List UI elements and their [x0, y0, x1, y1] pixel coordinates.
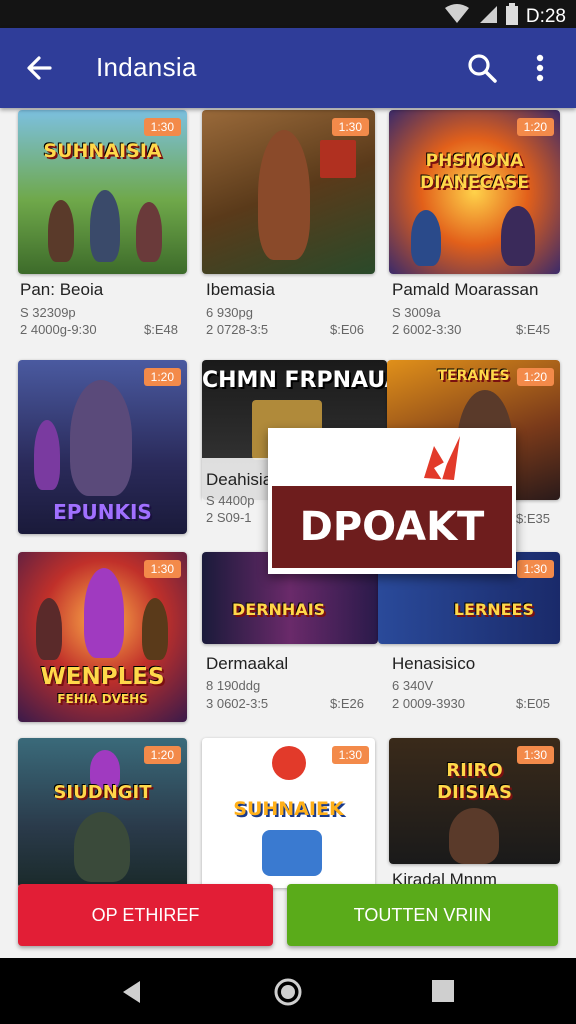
game-art-title: WENPLES	[40, 664, 165, 690]
game-art-title: PHSMONA DIANECASE	[420, 151, 529, 193]
game-card-thumb[interactable]: RIIRO DIISIAS 1:30	[389, 738, 560, 864]
character-art	[34, 420, 60, 490]
character-art	[74, 812, 130, 882]
character-art	[320, 140, 356, 178]
game-size: 2 0009-3930	[392, 696, 466, 711]
game-price: $:E06	[330, 322, 364, 337]
recents-square-icon[interactable]	[430, 978, 456, 1004]
battery-icon	[505, 3, 518, 30]
signal-icon	[478, 4, 498, 29]
game-size: 2 6002-3:30	[392, 322, 462, 337]
game-card-thumb[interactable]: SIUDNGIT 1:20	[18, 738, 187, 888]
game-art-title: CHMN FRPNAUAN	[202, 368, 387, 393]
price-badge: 1:20	[143, 746, 181, 764]
promo-popup[interactable]: DPOAKT	[268, 428, 516, 574]
more-vert-icon[interactable]	[528, 50, 552, 86]
popup-label: DPOAKT	[272, 486, 512, 568]
game-size: 2 S09-1	[206, 510, 252, 525]
game-title[interactable]: Pan: Beoia	[20, 280, 103, 300]
price-badge: 1:20	[516, 118, 554, 136]
game-card-thumb[interactable]: WENPLES FEHIA DVEHS 1:30	[18, 552, 187, 722]
app-bar: Indansia	[0, 28, 576, 108]
system-nav-bar	[0, 958, 576, 1024]
character-art	[258, 130, 310, 260]
back-arrow-icon[interactable]	[20, 48, 60, 88]
game-price: $:E35	[516, 511, 550, 526]
character-art	[411, 210, 441, 266]
game-price: $:E26	[330, 696, 364, 711]
game-title[interactable]: Deahisia	[206, 470, 272, 490]
character-art	[262, 830, 322, 876]
character-art	[449, 808, 499, 864]
game-subtitle: 6 930pg	[206, 305, 253, 320]
price-badge: 1:20	[143, 368, 181, 386]
back-triangle-icon[interactable]	[118, 978, 146, 1006]
left-action-button[interactable]: OP ETHIREF	[18, 884, 273, 946]
game-title[interactable]: Ibemasia	[206, 280, 275, 300]
page-title: Indansia	[96, 52, 197, 82]
game-card-thumb[interactable]: EPUNKIS 1:20	[18, 360, 187, 534]
game-subtitle: S 4400p	[206, 493, 255, 508]
game-art-title: DERNHAIS	[232, 600, 326, 619]
game-art-title: RIIRO DIISIAS	[437, 760, 512, 803]
character-art	[142, 598, 168, 660]
game-title[interactable]: Dermaakal	[206, 654, 288, 674]
game-art-title: SIUDNGIT	[53, 782, 152, 803]
price-badge: 1:30	[143, 560, 181, 578]
game-subtitle: 8 190ddg	[206, 678, 261, 693]
game-subtitle: S 32309p	[20, 305, 76, 320]
game-price: $:E45	[516, 322, 550, 337]
game-price: $:E48	[144, 322, 178, 337]
character-art	[501, 206, 535, 266]
game-title[interactable]: Henasisico	[392, 654, 475, 674]
character-art	[36, 598, 62, 660]
search-icon[interactable]	[464, 50, 500, 86]
game-subtitle: 6 340V	[392, 678, 434, 693]
character-art	[272, 746, 306, 780]
game-art-subtitle: FEHIA DVEHS	[57, 692, 148, 706]
game-art-title: SUHNAIEK	[233, 798, 344, 820]
price-badge: 1:20	[516, 368, 554, 386]
status-bar: D:28	[0, 0, 576, 28]
flag-icon	[410, 432, 470, 492]
price-badge: 1:30	[143, 118, 181, 136]
game-price: $:E05	[516, 696, 550, 711]
game-art-title: EPUNKIS	[53, 500, 152, 524]
game-card-thumb[interactable]: SUHNAIEK 1:30	[202, 738, 375, 888]
game-art-title: LERNEES	[453, 600, 534, 619]
game-card-thumb[interactable]: SUHNAISIA 1:30	[18, 110, 187, 274]
price-badge: 1:30	[516, 560, 554, 578]
home-circle-icon[interactable]	[272, 976, 304, 1008]
character-art	[90, 190, 120, 262]
game-card-thumb[interactable]: 1:30	[202, 110, 375, 274]
character-art	[70, 380, 132, 496]
price-badge: 1:30	[331, 746, 369, 764]
game-size: 2 0728-3:5	[206, 322, 269, 337]
game-size: 2 4000g-9:30	[20, 322, 97, 337]
wifi-icon	[444, 4, 470, 29]
game-size: 3 0602-3:5	[206, 696, 269, 711]
character-art	[48, 200, 74, 262]
price-badge: 1:30	[516, 746, 554, 764]
price-badge: 1:30	[331, 118, 369, 136]
character-art	[84, 568, 124, 658]
game-title[interactable]: Pamald Moarassan	[392, 280, 538, 300]
game-card-thumb[interactable]: PHSMONA DIANECASE 1:20	[389, 110, 560, 274]
game-subtitle: S 3009a	[392, 305, 441, 320]
character-art	[136, 202, 162, 262]
right-action-button[interactable]: TOUTTEN VRIIN	[287, 884, 558, 946]
game-art-title: SUHNAISIA	[43, 140, 162, 162]
status-time: D:28	[525, 5, 566, 27]
